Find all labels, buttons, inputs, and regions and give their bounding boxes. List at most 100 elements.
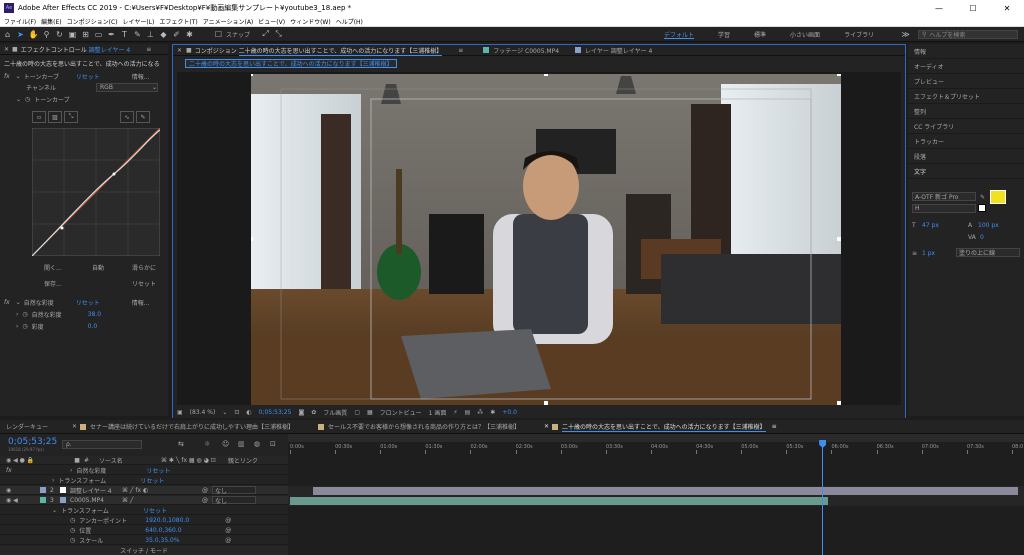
- help-search-input[interactable]: ⚲ ヘルプを検索: [918, 30, 1018, 39]
- curves-open-button[interactable]: 開く...: [44, 263, 92, 272]
- curves-smooth-button[interactable]: 滑らかに: [132, 263, 156, 272]
- menu-composition[interactable]: コンポジション(C): [67, 17, 118, 26]
- font-size-value[interactable]: 47 px: [922, 222, 939, 229]
- scale-value[interactable]: 35.0,35.0%: [145, 537, 225, 544]
- channel-select[interactable]: RGB ⌄: [96, 82, 158, 92]
- resolution-select[interactable]: フル画質: [323, 408, 347, 417]
- layer-switches[interactable]: ⌘ ╱ fx ◐: [122, 487, 202, 494]
- show-channel-icon[interactable]: ✿: [311, 409, 316, 416]
- panel-effects-presets[interactable]: エフェクト＆プリセット: [908, 89, 1024, 104]
- tracking-value[interactable]: 0: [980, 234, 984, 241]
- clone-stamp-tool-icon[interactable]: ⊥: [145, 29, 156, 40]
- vibrance-about-link[interactable]: 情報...: [132, 298, 150, 307]
- property-row[interactable]: ◷ スケール 35.0,35.0% @: [0, 536, 288, 545]
- current-time-display[interactable]: 0;05;53;25: [259, 409, 292, 416]
- layer-name[interactable]: C0005.MP4: [70, 497, 122, 504]
- graph-size-icon[interactable]: ⤡: [64, 111, 78, 123]
- layer-row[interactable]: ⌄ トランスフォーム リセット: [0, 506, 288, 515]
- views-count-select[interactable]: 1 画面: [429, 408, 447, 417]
- anchor-point-value[interactable]: 1920.0,1080.0: [145, 517, 225, 524]
- panel-character[interactable]: 文字: [908, 164, 1024, 179]
- close-button[interactable]: ✕: [990, 0, 1024, 16]
- layer-visibility-icon[interactable]: ◉: [6, 487, 40, 494]
- close-icon[interactable]: ✕: [177, 47, 182, 54]
- property-row[interactable]: ◷ 位置 640.0,360.0 @: [0, 526, 288, 535]
- fit-icon[interactable]: ⌄: [222, 409, 227, 416]
- layer-row-footage[interactable]: ◉ ◀ 3 C0005.MP4 ⌘ ╱ @ なし: [0, 496, 288, 505]
- expression-pickwhip-icon[interactable]: @: [225, 527, 231, 534]
- stopwatch-icon[interactable]: ◷: [22, 311, 27, 318]
- playhead[interactable]: [822, 440, 824, 555]
- parent-pickwhip-icon[interactable]: @: [202, 497, 208, 504]
- chevron-right-icon[interactable]: ›: [16, 311, 18, 318]
- stopwatch-icon[interactable]: ◷: [70, 527, 75, 534]
- font-style-select[interactable]: H: [912, 204, 976, 213]
- motion-blur-icon[interactable]: ◍: [254, 440, 260, 448]
- expression-pickwhip-icon[interactable]: @: [225, 517, 231, 524]
- snap-checkbox[interactable]: ☐: [213, 29, 224, 40]
- chevron-right-icon[interactable]: ›: [70, 467, 72, 474]
- parent-pickwhip-icon[interactable]: @: [202, 487, 208, 494]
- property-row[interactable]: ◷ アンカーポイント 1920.0,1080.0 @: [0, 516, 288, 525]
- curves-reset-button[interactable]: リセット: [132, 279, 156, 288]
- panel-paragraph[interactable]: 段落: [908, 149, 1024, 164]
- chevron-right-icon[interactable]: ›: [52, 477, 54, 484]
- timeline-search-input[interactable]: ρ.: [62, 440, 142, 449]
- vibrance-value[interactable]: 38.0: [88, 311, 101, 318]
- roto-brush-tool-icon[interactable]: ✐: [171, 29, 182, 40]
- video-frame[interactable]: [251, 74, 841, 405]
- transform-prop-reset[interactable]: リセット: [140, 476, 164, 485]
- leading-value[interactable]: 100 px: [978, 222, 999, 229]
- expression-pickwhip-icon[interactable]: @: [225, 537, 231, 544]
- rectangle-tool-icon[interactable]: ▭: [93, 29, 104, 40]
- draft-3d-icon[interactable]: ☼: [204, 440, 210, 448]
- layer-bar-footage[interactable]: [290, 497, 829, 505]
- magnification-icon[interactable]: ▣: [177, 409, 183, 416]
- workspace-default[interactable]: デフォルト: [664, 30, 694, 39]
- snap-edge-icon[interactable]: ⤡: [273, 29, 284, 40]
- fill-color-swatch[interactable]: [990, 190, 1006, 204]
- eyedropper-icon[interactable]: ✎: [980, 194, 985, 201]
- tab-footage[interactable]: フッテージ C0005.MP4: [493, 46, 559, 55]
- snapshot-icon[interactable]: ◙: [298, 409, 304, 416]
- pencil-curve-icon[interactable]: ✎: [136, 111, 150, 123]
- roi-icon[interactable]: ▢: [354, 409, 360, 416]
- close-icon[interactable]: ✕: [4, 46, 9, 53]
- frame-blending-icon[interactable]: ▥: [238, 440, 245, 448]
- menu-animation[interactable]: アニメーション(A): [203, 17, 254, 26]
- composition-viewer[interactable]: [177, 72, 901, 405]
- fx-icon[interactable]: fx: [4, 73, 10, 80]
- stopwatch-icon[interactable]: ◷: [70, 517, 75, 524]
- menu-window[interactable]: ウィンドウ(W): [290, 17, 331, 26]
- workspace-small-screen[interactable]: 小さい画面: [790, 30, 820, 39]
- tab-timeline-2[interactable]: セールス不要でお客様から想像される商品の作り方とは？【三浦椎樹】: [318, 422, 520, 431]
- comp-flowchart-icon[interactable]: ⇆: [178, 440, 184, 448]
- selection-tool-icon[interactable]: ➤: [15, 29, 26, 40]
- time-ruler[interactable]: 0:00s 00:30s 01:00s 01:30s 02:00s 02:30s 03:00…: [288, 434, 1024, 454]
- stopwatch-icon[interactable]: ◷: [22, 323, 27, 330]
- reset-exposure-icon[interactable]: ✱: [490, 409, 495, 416]
- timeline-icon[interactable]: ▤: [465, 409, 471, 416]
- zoom-value[interactable]: (83.4 %): [190, 409, 216, 416]
- rgb-curve-icon[interactable]: ▫: [32, 111, 46, 123]
- brush-tool-icon[interactable]: ✎: [132, 29, 143, 40]
- menu-view[interactable]: ビュー(V): [258, 17, 285, 26]
- camera-tool-icon[interactable]: ▣: [67, 29, 78, 40]
- vibrance-prop-reset[interactable]: リセット: [146, 466, 170, 475]
- workspace-learn[interactable]: 学習: [718, 30, 730, 39]
- maximize-button[interactable]: ☐: [956, 0, 990, 16]
- stopwatch-icon[interactable]: ◷: [25, 96, 30, 103]
- vibrance-reset-link[interactable]: リセット: [76, 298, 132, 307]
- label-color-swatch[interactable]: [40, 497, 46, 503]
- menu-edit[interactable]: 編集(E): [41, 17, 61, 26]
- tab-timeline-1[interactable]: ✕ セナー講座は続けているだけで右肩上がりに成功しやすい理由【三浦椎樹】: [72, 422, 294, 431]
- layer-row[interactable]: › トランスフォーム リセット: [0, 476, 288, 485]
- panel-audio[interactable]: オーディオ: [908, 59, 1024, 74]
- curves-about-link[interactable]: 情報...: [132, 72, 150, 81]
- timeline-graph-area[interactable]: 0:00s 00:30s 01:00s 01:30s 02:00s 02:30s 03:00…: [288, 434, 1024, 555]
- parent-select[interactable]: なし: [212, 486, 256, 495]
- stroke-type-select[interactable]: 塗りの上に線: [956, 248, 1020, 257]
- menu-effect[interactable]: エフェクト(T): [159, 17, 197, 26]
- chevron-down-icon[interactable]: ⌄: [16, 73, 21, 80]
- puppet-tool-icon[interactable]: ✱: [184, 29, 195, 40]
